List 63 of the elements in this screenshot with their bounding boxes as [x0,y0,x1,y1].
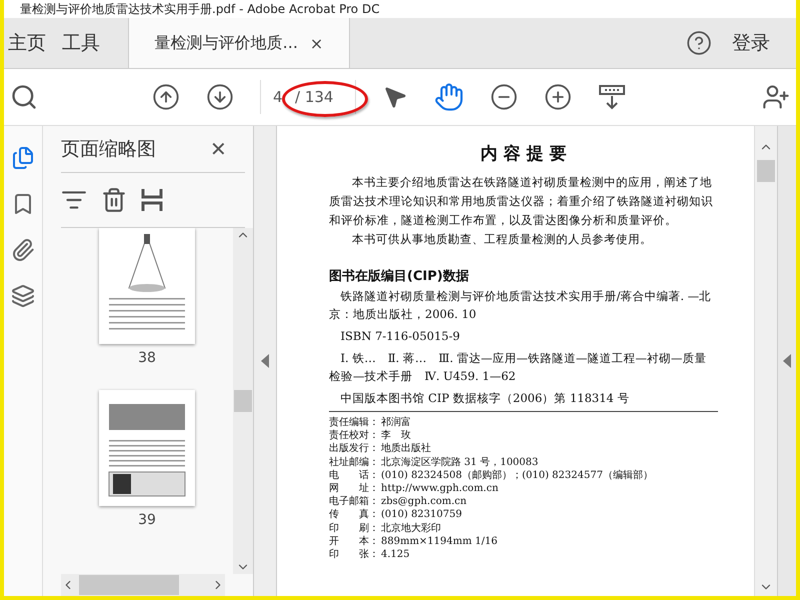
sign-in-button[interactable]: 登录 [712,18,796,68]
imprint-label: 网 址： [329,482,379,496]
trash-icon[interactable] [101,187,127,213]
imprint-label: 开 本： [329,534,379,548]
hand-icon[interactable] [434,82,464,112]
imprint-label: 传 真： [329,508,379,522]
imprint-label: 责任编辑： [329,416,379,430]
help-icon[interactable] [686,30,712,56]
imprint-label: 社址邮编： [329,456,379,469]
imprint-label: 电 话： [329,468,379,482]
attachment-icon[interactable] [11,238,35,262]
layers-icon[interactable] [11,284,35,308]
page-thumbnail[interactable] [99,228,195,344]
page-number: 38 [138,350,156,366]
pages-icon[interactable] [11,146,35,170]
add-user-icon[interactable] [762,83,790,111]
imprint-value: 889mm×1194mm 1/16 [381,534,498,548]
section-heading: 图书在版编目(CIP)数据 [329,268,470,285]
imprint-value: 北京地大彩印 [381,522,442,535]
imprint-value: 李 玫 [381,429,412,442]
page-heading: 内 容 提 要 [480,143,568,165]
nav-tab[interactable]: 主页 [4,18,58,68]
cip-entry: 铁路隧道衬砌质量检测与评价地质雷达技术实用手册/蒋合中编著. —北京：地质出版社，2006. 10 [329,288,712,323]
scrollbar-thumb[interactable] [79,575,179,595]
insert-page-icon[interactable] [141,187,163,213]
cip-entry: 中国版本图书馆 CIP 数据核字（2006）第 118314 号 [340,390,630,407]
panel-title: 页面缩略图 [61,137,156,162]
imprint-value: 祁润富 [381,416,412,430]
page-thumbnail[interactable] [99,390,195,506]
cip-entry: ISBN 7-116-05015-9 [340,328,461,345]
next-page-icon[interactable] [206,83,234,111]
paragraph: 本书可供从事地质勘查、工程质量检测的人员参考使用。 [351,231,653,248]
imprint-value: 4.125 [381,548,411,562]
window-title: 量检测与评价地质雷达技术实用手册.pdf - Adobe Acrobat Pro DC [20,0,380,18]
imprint-value: 地质出版社 [381,442,432,456]
close-tab-button[interactable]: × [310,34,324,52]
imprint-value: 北京海淀区学院路 31 号，100083 [381,456,540,469]
cip-entry: Ⅰ. 铁… Ⅱ. 蒋… Ⅲ. 雷达—应用—铁路隧道—隧道工程—衬砌—质量检验—技术手册 Ⅳ. U459. 1—62 [329,350,708,385]
previous-page-icon[interactable] [152,83,180,111]
scrollbar-thumb[interactable] [757,160,775,182]
page-count: / 134 [295,88,334,106]
imprint-label: 印 刷： [329,522,379,535]
imprint-value: (010) 82324508（邮购部）；(010) 82324577（编辑部） [381,468,654,482]
paragraph: 本书主要介绍地质雷达在铁路隧道衬砌质量检测中的应用，阐述了地质雷达技术理论知识和常用地质雷达仪器；着重介绍了铁路隧道衬砌知识和评价标准，隧道检测工作布置，以及雷达图像分析和质量评价。 [329,174,714,229]
scrollbar-thumb[interactable] [234,390,252,412]
imprint-label: 电子邮箱： [329,495,379,508]
zoom-in-icon[interactable] [544,83,572,111]
imprint-value: http://www.gph.com.cn [381,482,500,496]
nav-tab[interactable]: 工具 [58,18,112,68]
imprint-label: 出版发行： [329,442,379,456]
collapse-arrow-icon[interactable] [783,354,791,368]
collapse-arrow-icon[interactable] [261,354,269,368]
imprint-value: (010) 82310759 [381,508,463,522]
scroll-mode-icon[interactable] [598,83,626,111]
document-tab[interactable]: 量检测与评价地质... × [128,18,350,68]
tab-title: 量检测与评价地质... [154,32,298,54]
search-icon[interactable] [10,83,38,111]
zoom-out-icon[interactable] [490,83,518,111]
close-button[interactable]: ✕ [210,136,227,162]
imprint-value: zbs@gph.com.cn [381,495,468,508]
page-number: 39 [138,512,156,528]
imprint-label: 印 张： [329,548,379,562]
imprint-label: 责任校对： [329,429,379,442]
